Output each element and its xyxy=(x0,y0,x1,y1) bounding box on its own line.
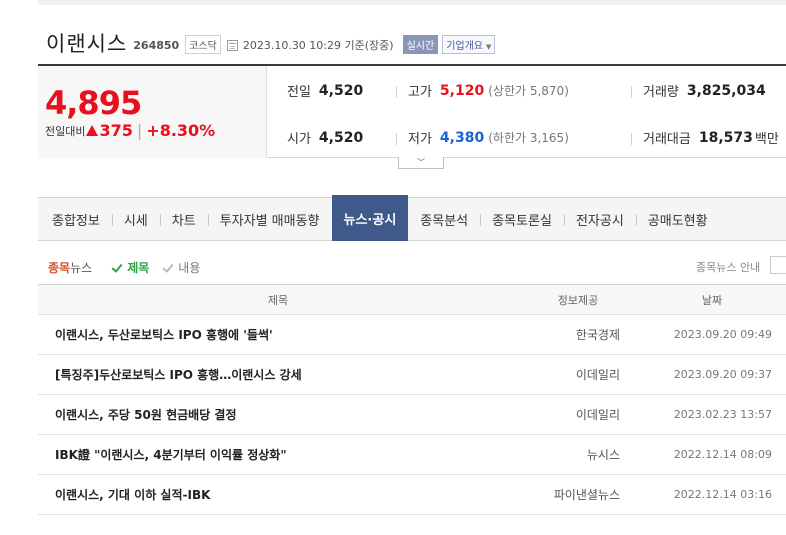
stat-low: 저가 4,380 (하한가 3,165) xyxy=(408,128,569,148)
market-badge: 코스닥 xyxy=(185,35,221,54)
stat-open: 시가 4,520 xyxy=(287,128,364,148)
chevron-down-icon: ﹀ xyxy=(417,158,425,167)
stat-value: 4,520 xyxy=(318,82,364,99)
arrow-up-icon xyxy=(86,125,99,136)
stat-value: 18,573 xyxy=(698,129,753,146)
news-title-link[interactable]: IBK證 "이랜시스, 4분기부터 이익률 정상화" xyxy=(38,446,548,463)
change-value: 375 xyxy=(99,121,133,140)
tab-discussion[interactable]: 종목토론실 xyxy=(480,198,564,240)
header-title: 제목 xyxy=(267,293,289,307)
news-date: 2023.02.23 13:57 xyxy=(673,408,772,421)
news-table: 제목 정보제공 날짜 이랜시스, 두산로보틱스 IPO 흥행에 '들썩' 한국경… xyxy=(38,284,786,515)
news-source: 이데일리 xyxy=(575,368,620,382)
change-label: 전일대비 xyxy=(45,124,86,138)
table-row: [특징주]두산로보틱스 IPO 흥행…이랜시스 강세 이데일리 2023.09.… xyxy=(38,355,786,395)
stock-header: 이랜시스 264850 코스닥 2023.10.30 10:29 기준(장중) … xyxy=(46,28,496,58)
stat-label: 전일 xyxy=(287,85,311,100)
guide-popup-edge xyxy=(770,256,786,274)
stat-amount: 거래대금 18,573 백만 xyxy=(643,128,779,148)
price-change: 전일대비 375 | +8.30% xyxy=(45,121,215,140)
section-title-prefix: 종목 xyxy=(48,261,71,275)
tab-price[interactable]: 시세 xyxy=(111,198,160,240)
divider xyxy=(396,86,397,98)
news-source: 파이낸셜뉴스 xyxy=(553,488,620,502)
stat-label: 시가 xyxy=(287,132,311,147)
tab-news-disclosure[interactable]: 뉴스·공시 xyxy=(331,195,409,241)
tab-investor-trading[interactable]: 투자자별 매매동향 xyxy=(207,198,332,240)
company-info-button[interactable]: 기업개요 ▼ xyxy=(442,35,496,54)
stock-code: 264850 xyxy=(133,39,180,52)
tab-e-disclosure[interactable]: 전자공시 xyxy=(563,198,636,240)
news-source: 이데일리 xyxy=(575,408,620,422)
stat-label: 거래량 xyxy=(643,85,679,100)
header-date: 날짜 xyxy=(701,293,723,307)
news-title-link[interactable]: [특징주]두산로보틱스 IPO 흥행…이랜시스 강세 xyxy=(38,366,548,383)
news-title-link[interactable]: 이랜시스, 기대 이하 실적-IBK xyxy=(38,486,548,503)
calendar-icon xyxy=(226,39,238,51)
stat-prev-close: 전일 4,520 xyxy=(287,81,364,101)
tab-overview[interactable]: 종합정보 xyxy=(38,198,112,240)
divider xyxy=(631,86,632,98)
stat-unit: 백만 xyxy=(754,132,779,147)
company-name[interactable]: 이랜시스 xyxy=(46,28,127,58)
news-title-link[interactable]: 이랜시스, 주당 50원 현금배당 결정 xyxy=(38,406,548,423)
filter-title-option[interactable]: 제목 xyxy=(127,259,149,276)
top-strip xyxy=(38,0,786,5)
stat-label: 저가 xyxy=(408,132,432,147)
upper-limit: (상한가 5,870) xyxy=(488,84,569,98)
news-guide-link[interactable]: 종목뉴스 안내 xyxy=(696,259,760,275)
news-source: 뉴시스 xyxy=(586,448,620,462)
table-row: 이랜시스, 기대 이하 실적-IBK 파이낸셜뉴스 2022.12.14 03:… xyxy=(38,475,786,515)
table-row: IBK證 "이랜시스, 4분기부터 이익률 정상화" 뉴시스 2022.12.1… xyxy=(38,435,786,475)
stat-label: 고가 xyxy=(408,85,432,100)
stat-value: 4,520 xyxy=(318,129,364,146)
live-button[interactable]: 실시간 xyxy=(402,35,439,54)
divider xyxy=(631,133,632,145)
quote-datetime: 2023.10.30 10:29 기준(장중) xyxy=(242,38,394,52)
chevron-down-icon: ▼ xyxy=(486,43,492,51)
table-row: 이랜시스, 주당 50원 현금배당 결정 이데일리 2023.02.23 13:… xyxy=(38,395,786,435)
company-info-label: 기업개요 xyxy=(446,41,483,52)
table-header: 제목 정보제공 날짜 xyxy=(38,284,786,315)
stat-value: 5,120 xyxy=(439,82,485,99)
tab-analysis[interactable]: 종목분석 xyxy=(408,198,480,240)
stat-label: 거래대금 xyxy=(643,132,691,147)
news-date: 2023.09.20 09:49 xyxy=(673,328,772,341)
filter-content-option[interactable]: 내용 xyxy=(178,259,200,276)
news-source: 한국경제 xyxy=(575,328,620,342)
stock-tabs: 종합정보 시세 차트 투자자별 매매동향 뉴스·공시 종목분석 종목토론실 전자… xyxy=(38,195,786,241)
check-icon xyxy=(111,260,123,273)
change-divider: | xyxy=(136,121,143,140)
lower-limit: (하한가 3,165) xyxy=(488,131,569,145)
stat-value: 4,380 xyxy=(439,129,485,146)
change-percent: +8.30% xyxy=(146,121,216,140)
current-price-panel: 4,895 전일대비 375 | +8.30% xyxy=(38,66,267,158)
header-source: 정보제공 xyxy=(557,293,599,307)
current-price: 4,895 xyxy=(45,84,142,122)
price-summary: 4,895 전일대비 375 | +8.30% 전일 4,520 고가 5,12… xyxy=(38,64,786,158)
table-row: 이랜시스, 두산로보틱스 IPO 흥행에 '들썩' 한국경제 2023.09.2… xyxy=(38,315,786,355)
news-date: 2022.12.14 03:16 xyxy=(673,488,772,501)
expand-toggle[interactable]: ﹀ xyxy=(398,157,444,169)
stat-value: 3,825,034 xyxy=(686,82,766,99)
news-filter: 종목 뉴스 제목 내용 xyxy=(48,259,200,276)
divider xyxy=(396,133,397,145)
stat-high: 고가 5,120 (상한가 5,870) xyxy=(408,81,569,101)
news-date: 2023.09.20 09:37 xyxy=(673,368,772,381)
news-title-link[interactable]: 이랜시스, 두산로보틱스 IPO 흥행에 '들썩' xyxy=(38,326,548,343)
check-icon xyxy=(162,260,174,273)
tab-short-selling[interactable]: 공매도현황 xyxy=(635,198,720,240)
news-date: 2022.12.14 08:09 xyxy=(673,448,772,461)
stat-volume: 거래량 3,825,034 xyxy=(643,81,766,101)
section-title-suffix: 뉴스 xyxy=(70,261,93,275)
tab-chart[interactable]: 차트 xyxy=(159,198,208,240)
